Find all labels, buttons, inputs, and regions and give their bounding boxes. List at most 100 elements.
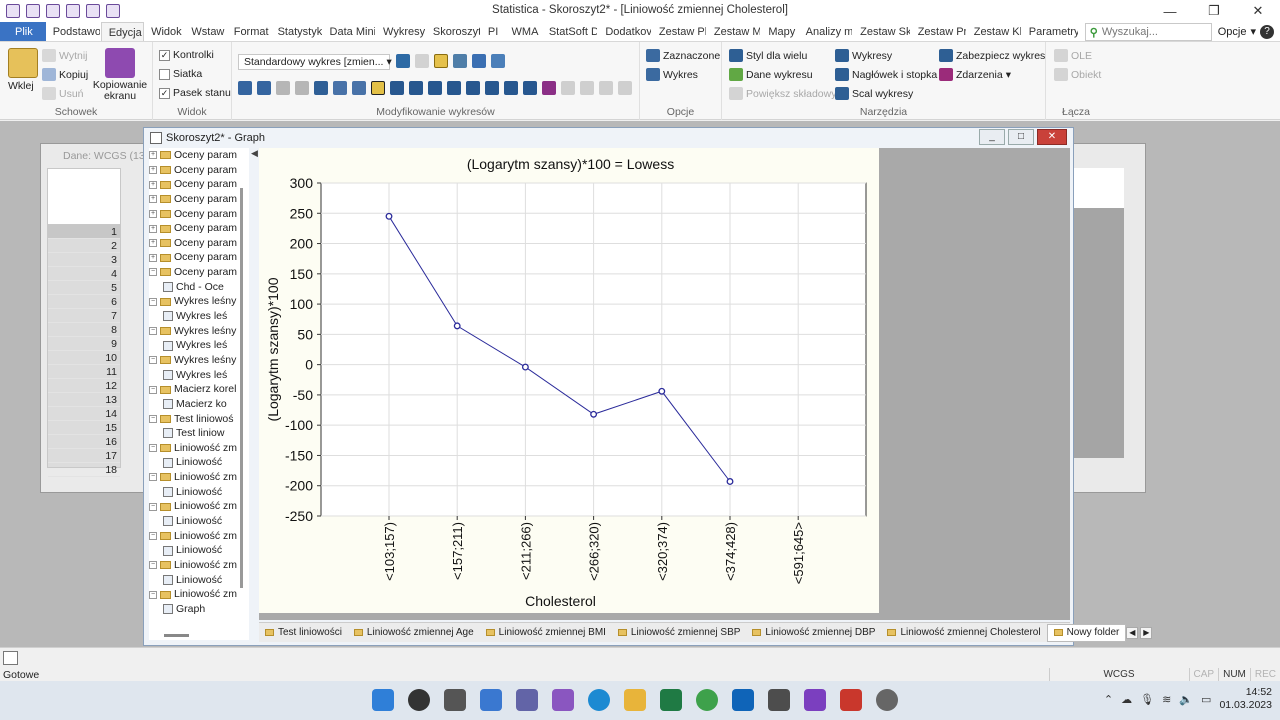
zoom-reset-icon[interactable] xyxy=(276,81,290,95)
expand-icon[interactable]: + xyxy=(149,209,157,218)
select-points-icon[interactable] xyxy=(523,81,537,95)
tab-dodatkowe[interactable]: Dodatkov xyxy=(598,22,652,41)
row-number[interactable]: 12 xyxy=(48,379,120,393)
paste-button[interactable]: Wklej xyxy=(8,80,34,92)
charts-button[interactable]: Wykresy xyxy=(835,49,892,62)
tab-zestaw-m[interactable]: Zestaw M xyxy=(707,22,762,41)
row-number[interactable]: 4 xyxy=(48,267,120,281)
outlook-icon[interactable] xyxy=(732,689,754,711)
collapse-icon[interactable]: − xyxy=(149,444,157,453)
tab-skoroszyt[interactable]: Skoroszyt xyxy=(426,22,481,41)
copy-button[interactable]: Kopiuj xyxy=(42,68,88,81)
collapse-icon[interactable]: − xyxy=(149,414,157,423)
expand-icon[interactable]: + xyxy=(149,239,157,248)
selected-button[interactable]: Zaznaczone xyxy=(646,49,720,62)
tab-analizy[interactable]: Analizy m xyxy=(799,22,854,41)
search-icon[interactable] xyxy=(408,689,430,711)
tree-folder-node[interactable]: − Wykres leśny xyxy=(149,324,249,339)
tree-folder-node[interactable]: − Liniowość zm xyxy=(149,499,249,514)
corner-cell[interactable] xyxy=(48,169,120,225)
sheet-tab[interactable]: Liniowość zmiennej SBP xyxy=(612,627,747,638)
wifi-icon[interactable]: ≋ xyxy=(1162,693,1171,706)
font-shrink-icon[interactable] xyxy=(352,81,366,95)
settings-icon[interactable] xyxy=(876,689,898,711)
expand-icon[interactable]: + xyxy=(149,180,157,189)
draw-freehand-icon[interactable] xyxy=(466,81,480,95)
controls-checkbox[interactable]: ✓ Kontrolki xyxy=(159,49,214,61)
tab-edycja[interactable]: Edycja xyxy=(100,22,145,41)
scroll-right-icon[interactable]: ▶ xyxy=(1140,626,1153,639)
tree-leaf-node[interactable]: Liniowość xyxy=(149,573,249,588)
draw-box-icon[interactable] xyxy=(428,81,442,95)
graph-window[interactable]: Skoroszyt2* - Graph _ □ ✕ + Oceny param + O… xyxy=(143,127,1153,646)
sheet-tab[interactable]: Liniowość zmiennej BMI xyxy=(480,627,612,638)
collapse-icon[interactable]: − xyxy=(149,590,157,599)
paste-icon[interactable] xyxy=(8,48,38,78)
row-number[interactable]: 5 xyxy=(48,281,120,295)
options-menu[interactable]: Opcje ▾ ? xyxy=(1212,22,1280,41)
chart-data-button[interactable]: Dane wykresu xyxy=(729,68,813,81)
row-number[interactable]: 1 xyxy=(48,225,120,239)
tree-folder-node[interactable]: − Liniowość zm xyxy=(149,441,249,456)
expand-icon[interactable]: + xyxy=(149,253,157,262)
tree-folder-node[interactable]: − Liniowość zm xyxy=(149,558,249,573)
text-tool-icon[interactable] xyxy=(542,81,556,95)
zoom-tool-icon[interactable] xyxy=(396,54,410,68)
tree-folder-node[interactable]: − Macierz korel xyxy=(149,382,249,397)
group-icon[interactable] xyxy=(599,81,613,95)
tab-wma[interactable]: WMA xyxy=(505,22,542,41)
events-button[interactable]: Zdarzenia ▾ xyxy=(939,68,1011,81)
row-number[interactable]: 16 xyxy=(48,435,120,449)
tab-mapy[interactable]: Mapy xyxy=(761,22,798,41)
tree-folder-node[interactable]: − Liniowość zm xyxy=(149,470,249,485)
excel-icon[interactable] xyxy=(660,689,682,711)
collapse-icon[interactable]: − xyxy=(149,473,157,482)
help-icon[interactable]: ? xyxy=(1260,24,1274,39)
chevron-up-icon[interactable]: ⌃ xyxy=(1104,693,1113,706)
edge-icon[interactable] xyxy=(588,689,610,711)
people-icon[interactable] xyxy=(552,689,574,711)
row-number[interactable]: 10 xyxy=(48,351,120,365)
minimize-icon[interactable]: — xyxy=(1148,0,1192,22)
collapse-icon[interactable]: − xyxy=(149,385,157,394)
visual-studio-icon[interactable] xyxy=(804,689,826,711)
tab-zestaw-sk[interactable]: Zestaw Sk xyxy=(853,22,911,41)
row-number[interactable]: 2 xyxy=(48,239,120,253)
collapse-icon[interactable]: − xyxy=(149,356,157,365)
expand-icon[interactable]: + xyxy=(149,195,157,204)
align-icon[interactable] xyxy=(561,81,575,95)
row-number[interactable]: 3 xyxy=(48,253,120,267)
row-number[interactable]: 17 xyxy=(48,449,120,463)
ungroup-icon[interactable] xyxy=(618,81,632,95)
refresh-icon[interactable] xyxy=(66,4,80,18)
tab-format[interactable]: Format xyxy=(227,22,271,41)
tree-folder-node[interactable]: + Oceny param xyxy=(149,250,249,265)
tab-zestaw-kl[interactable]: Zestaw Kl xyxy=(967,22,1022,41)
row-number[interactable]: 6 xyxy=(48,295,120,309)
row-number[interactable]: 11 xyxy=(48,365,120,379)
tree-leaf-node[interactable]: Liniowość xyxy=(149,514,249,529)
tab-widok[interactable]: Widok xyxy=(144,22,184,41)
tab-statsoft[interactable]: StatSoft D xyxy=(542,22,599,41)
redo-icon[interactable] xyxy=(46,4,60,18)
tree-folder-node[interactable]: − Oceny param xyxy=(149,265,249,280)
multi-style-button[interactable]: Styl dla wielu xyxy=(729,49,807,62)
merge-charts-button[interactable]: Scal wykresy xyxy=(835,87,913,100)
statistica-icon[interactable] xyxy=(768,689,790,711)
zoom-in-icon[interactable] xyxy=(238,81,252,95)
row-number[interactable]: 8 xyxy=(48,323,120,337)
clock[interactable]: 14:52 01.03.2023 xyxy=(1219,686,1272,712)
cut-button[interactable]: Wytnij xyxy=(42,49,88,62)
tree-leaf-node[interactable]: Test liniow xyxy=(149,426,249,441)
start-icon[interactable] xyxy=(372,689,394,711)
close-icon[interactable]: ✕ xyxy=(1037,129,1067,145)
delete-button[interactable]: Usuń xyxy=(42,87,84,100)
draw-arrow-icon[interactable] xyxy=(409,81,423,95)
draw-brush-icon[interactable] xyxy=(504,81,518,95)
collapse-icon[interactable]: − xyxy=(149,531,157,540)
expand-icon[interactable]: + xyxy=(149,151,157,160)
tab-zestaw-pl[interactable]: Zestaw Pl xyxy=(652,22,707,41)
collapse-icon[interactable]: − xyxy=(149,327,157,335)
sheet-tab[interactable]: Nowy folder xyxy=(1046,623,1127,642)
tree-folder-node[interactable]: − Test liniowoś xyxy=(149,412,249,427)
